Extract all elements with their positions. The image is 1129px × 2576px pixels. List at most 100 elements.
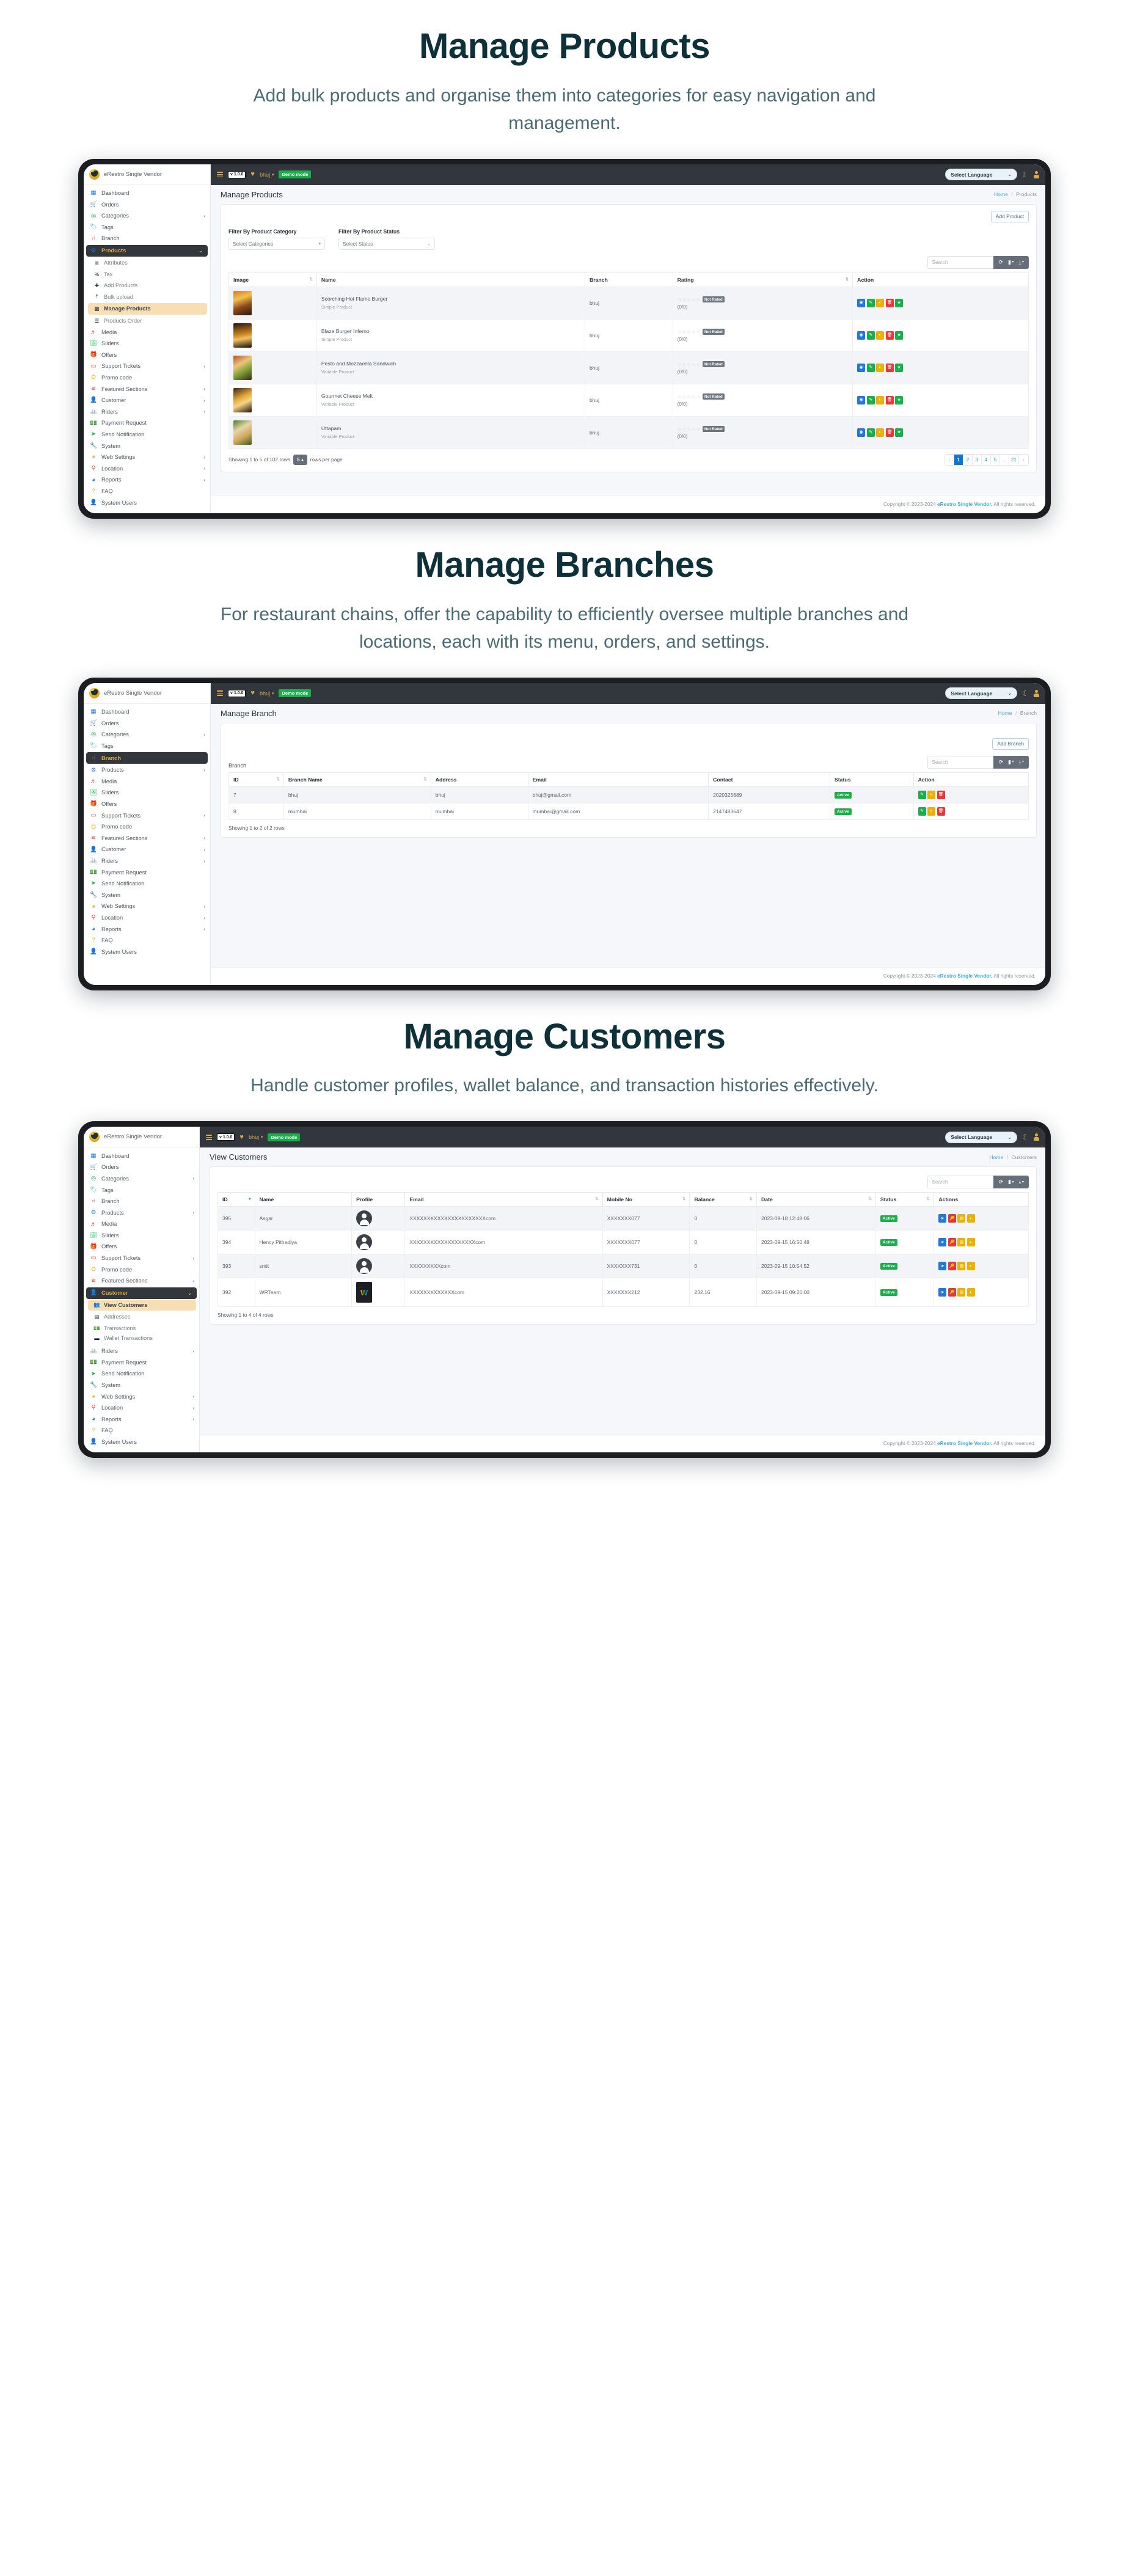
sidebar-item-payment-request[interactable]: 💵 Payment Request [84, 417, 210, 429]
page-[interactable]: › [1019, 454, 1028, 465]
page-3[interactable]: 3 [972, 454, 982, 465]
toggle-icon[interactable]: ◐ [876, 331, 885, 340]
sidebar-item-offers[interactable]: 🎁 Offers [84, 1241, 199, 1253]
delete-icon[interactable]: 🗑 [937, 807, 945, 816]
view-icon[interactable]: ◉ [857, 298, 866, 307]
sidebar-item-reports[interactable]: ◕ Reports ‹ [84, 1413, 199, 1425]
notify-icon[interactable]: ➤ [938, 1214, 947, 1223]
language-select[interactable]: Select Language ⌄ [945, 169, 1018, 181]
notify-icon[interactable]: ➤ [938, 1288, 947, 1297]
sidebar-item-reports[interactable]: ◕ Reports ‹ [84, 923, 210, 935]
submenu-item-view-customers[interactable]: 👥 View Customers [88, 1299, 196, 1311]
sidebar-item-location[interactable]: ⚲ Location ‹ [84, 1402, 199, 1414]
col-image[interactable]: Image ⇅ [228, 272, 317, 287]
toggle-icon[interactable]: ◐ [966, 1288, 975, 1297]
wallet-icon[interactable]: ▤ [957, 1214, 966, 1223]
password-icon[interactable]: 🔑 [948, 1238, 956, 1247]
refresh-icon[interactable]: ⟳ [996, 759, 1005, 765]
brand[interactable]: eRestro Single Vendor [84, 1127, 199, 1148]
sidebar-item-featured-sections[interactable]: ≋ Featured Sections ‹ [84, 833, 210, 844]
col-id[interactable]: ID ⇅ [228, 772, 284, 787]
branch-selector[interactable]: bhuj ▾ [260, 172, 274, 178]
sidebar-item-support-tickets[interactable]: ▭ Support Tickets ‹ [84, 360, 210, 372]
toggle-icon[interactable]: ◐ [927, 790, 936, 799]
delete-icon[interactable]: 🗑 [885, 331, 894, 340]
export-icon[interactable]: ⤓ ▾ [1017, 1179, 1026, 1185]
sidebar-item-location[interactable]: ⚲ Location ‹ [84, 912, 210, 924]
page-4[interactable]: 4 [981, 454, 991, 465]
heart-icon[interactable]: ♥ [250, 690, 255, 697]
delete-icon[interactable]: 🗑 [885, 298, 894, 307]
submenu-item-addresses[interactable]: ▤ Addresses [84, 1311, 199, 1323]
toggle-icon[interactable]: ◐ [876, 428, 885, 437]
sidebar-item-riders[interactable]: 🚲 Riders ‹ [84, 406, 210, 417]
sidebar-item-reports[interactable]: ◕ Reports ‹ [84, 474, 210, 486]
search-input[interactable] [932, 759, 990, 765]
edit-icon[interactable]: ✎ [866, 298, 875, 307]
sidebar-item-payment-request[interactable]: 💵 Payment Request [84, 866, 210, 878]
submenu-item-wallet-transactions[interactable]: ▬ Wallet Transactions [84, 1334, 199, 1345]
brand[interactable]: eRestro Single Vendor [84, 164, 210, 185]
toggle-icon[interactable]: ◐ [876, 298, 885, 307]
moon-icon[interactable]: ☾ [1022, 690, 1029, 697]
sidebar-item-categories[interactable]: ◎ Categories ‹ [84, 1173, 199, 1185]
search-box[interactable] [927, 1176, 994, 1189]
page-[interactable]: ‹ [944, 454, 954, 465]
password-icon[interactable]: 🔑 [948, 1288, 956, 1297]
sidebar-item-customer[interactable]: 👤 Customer ‹ [84, 844, 210, 855]
sidebar-item-orders[interactable]: 🛒 Orders [84, 1162, 199, 1173]
sidebar-item-categories[interactable]: ◎ Categories ‹ [84, 210, 210, 222]
edit-icon[interactable]: ✎ [866, 363, 875, 372]
add-product-button[interactable]: Add Product [990, 210, 1029, 222]
sidebar-item-send-notification[interactable]: ➤ Send Notification [84, 429, 210, 441]
sidebar-item-media[interactable]: ♬ Media [84, 776, 210, 788]
heart-icon[interactable]: ♥ [239, 1133, 244, 1141]
submenu-item-add-products[interactable]: ✚ Add Products [84, 280, 210, 291]
branch-selector[interactable]: bhuj ▾ [260, 690, 274, 697]
footer-brand[interactable]: eRestro Single Vendor. [937, 501, 992, 507]
branch-selector[interactable]: bhuj ▾ [249, 1134, 263, 1140]
user-icon[interactable] [1034, 689, 1039, 697]
breadcrumb-home[interactable]: Home [998, 710, 1012, 716]
refresh-icon[interactable]: ⟳ [996, 259, 1005, 265]
col-mobile[interactable]: Mobile No ⇅ [602, 1192, 690, 1207]
sidebar-item-system-users[interactable]: 👤 System Users [84, 1436, 199, 1448]
col-status[interactable]: Status [829, 772, 914, 787]
user-icon[interactable] [1034, 170, 1039, 178]
col-name[interactable]: Name [254, 1192, 353, 1207]
sidebar-item-promo-code[interactable]: ⛭ Promo code [84, 821, 210, 833]
sidebar-item-products[interactable]: ⚙ Products ⌄ [86, 244, 208, 257]
export-icon[interactable]: ⤓ ▾ [1017, 759, 1026, 765]
delete-icon[interactable]: 🗑 [885, 363, 894, 372]
sidebar-item-branch[interactable]: ⑁ Branch [84, 233, 210, 244]
category-select[interactable]: Select Categories ▾ [228, 237, 325, 250]
notify-icon[interactable]: ➤ [938, 1262, 947, 1271]
refresh-icon[interactable]: ⟳ [996, 1179, 1005, 1185]
sidebar-item-payment-request[interactable]: 💵 Payment Request [84, 1357, 199, 1369]
view-icon[interactable]: ◉ [857, 331, 866, 340]
sidebar-item-products[interactable]: ⚙ Products ‹ [84, 764, 210, 776]
search-input[interactable] [932, 1179, 990, 1185]
rows-per-page-select[interactable]: 5 ▴ [293, 454, 307, 465]
sidebar-item-orders[interactable]: 🛒 Orders [84, 199, 210, 210]
feature-icon[interactable]: ★ [895, 331, 904, 340]
col-branch-name[interactable]: Branch Name ⇅ [283, 772, 431, 787]
breadcrumb-home[interactable]: Home [994, 191, 1008, 197]
hamburger-icon[interactable] [206, 1135, 212, 1140]
view-icon[interactable]: ◉ [857, 363, 866, 372]
sidebar-item-customer[interactable]: 👤 Customer ‹ [84, 395, 210, 406]
page-21[interactable]: 21 [1009, 454, 1019, 465]
sidebar-item-support-tickets[interactable]: ▭ Support Tickets ‹ [84, 810, 210, 821]
moon-icon[interactable]: ☾ [1022, 171, 1029, 178]
submenu-item-attributes[interactable]: ≣ Attributes [84, 257, 210, 269]
toggle-icon[interactable]: ◐ [966, 1262, 975, 1271]
sidebar-item-riders[interactable]: 🚲 Riders ‹ [84, 1345, 199, 1357]
hamburger-icon[interactable] [217, 172, 223, 178]
search-input[interactable] [932, 259, 990, 265]
sidebar-item-faq[interactable]: ? FAQ [84, 935, 210, 946]
sidebar-item-sliders[interactable]: 🖼 Sliders [84, 787, 210, 799]
sidebar-item-products[interactable]: ⚙ Products ‹ [84, 1207, 199, 1218]
columns-icon[interactable]: ▮ ▾ [1006, 259, 1015, 265]
columns-icon[interactable]: ▮ ▾ [1006, 1179, 1015, 1185]
toggle-icon[interactable]: ◐ [966, 1238, 975, 1247]
